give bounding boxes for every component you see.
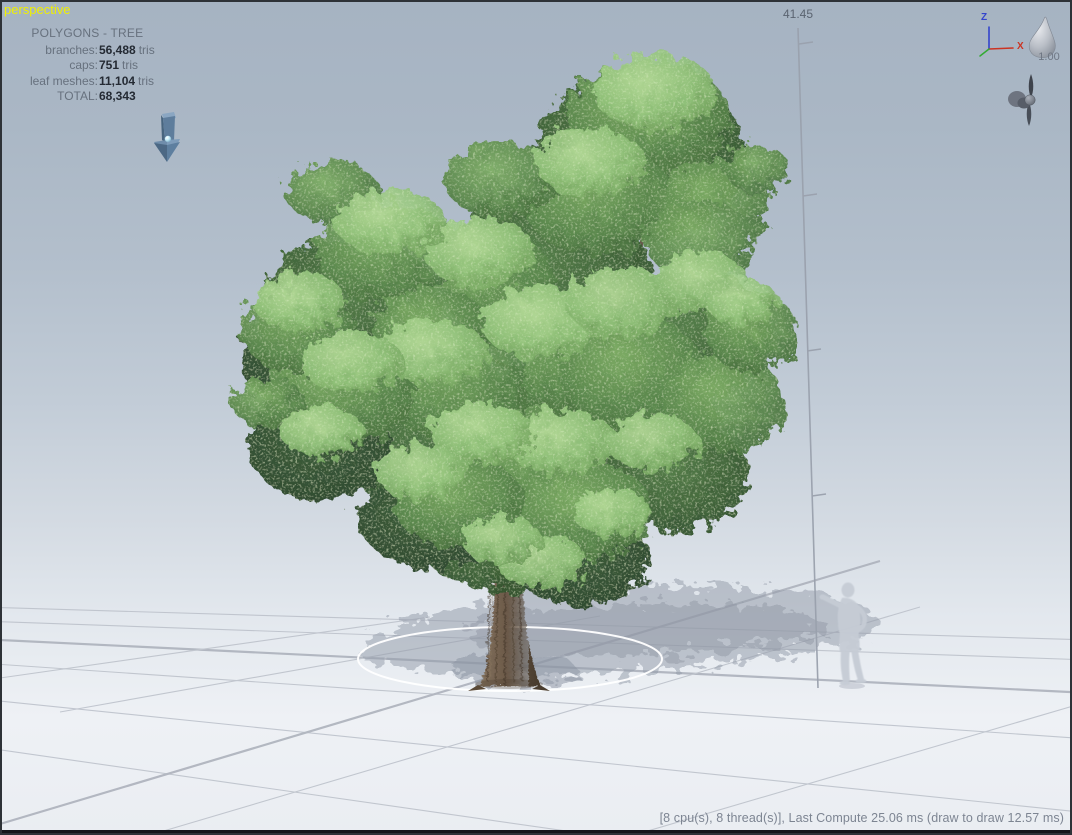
stat-row-caps: caps: 751 tris <box>69 58 139 72</box>
light-widget-scale-label: 1.00 <box>1038 51 1060 63</box>
tree-foliage <box>232 54 798 605</box>
axis-gizmo-icon <box>979 26 1014 57</box>
axis-z-label: Z <box>981 12 988 23</box>
stat-row-branches: branches: 56,488 tris <box>45 42 155 57</box>
camera-mode-label: perspective <box>4 2 71 17</box>
status-bar: [8 cpu(s), 8 thread(s)], Last Compute 25… <box>659 811 1064 825</box>
height-ruler[interactable] <box>797 27 827 689</box>
polygon-stats-panel: POLYGONS - TREE branches: 56,488 tris caps… <box>20 26 155 105</box>
scene-canvas[interactable] <box>0 0 1072 835</box>
wind-fan-widget-icon[interactable] <box>1008 74 1036 126</box>
axis-x-label: X <box>1017 41 1024 52</box>
down-arrow-gizmo-icon[interactable] <box>154 112 180 162</box>
stat-row-leaf-meshes: leaf meshes: 11,104 tris <box>29 73 155 88</box>
bottom-edge-bar <box>0 830 1072 835</box>
ruler-height-label: 41.45 <box>782 7 814 21</box>
viewport-3d[interactable]: perspective POLYGONS - TREE branches: 56,… <box>0 0 1072 835</box>
polygon-stats-title: POLYGONS - TREE <box>31 26 144 40</box>
stat-row-total: TOTAL: 68,343 <box>57 89 136 103</box>
